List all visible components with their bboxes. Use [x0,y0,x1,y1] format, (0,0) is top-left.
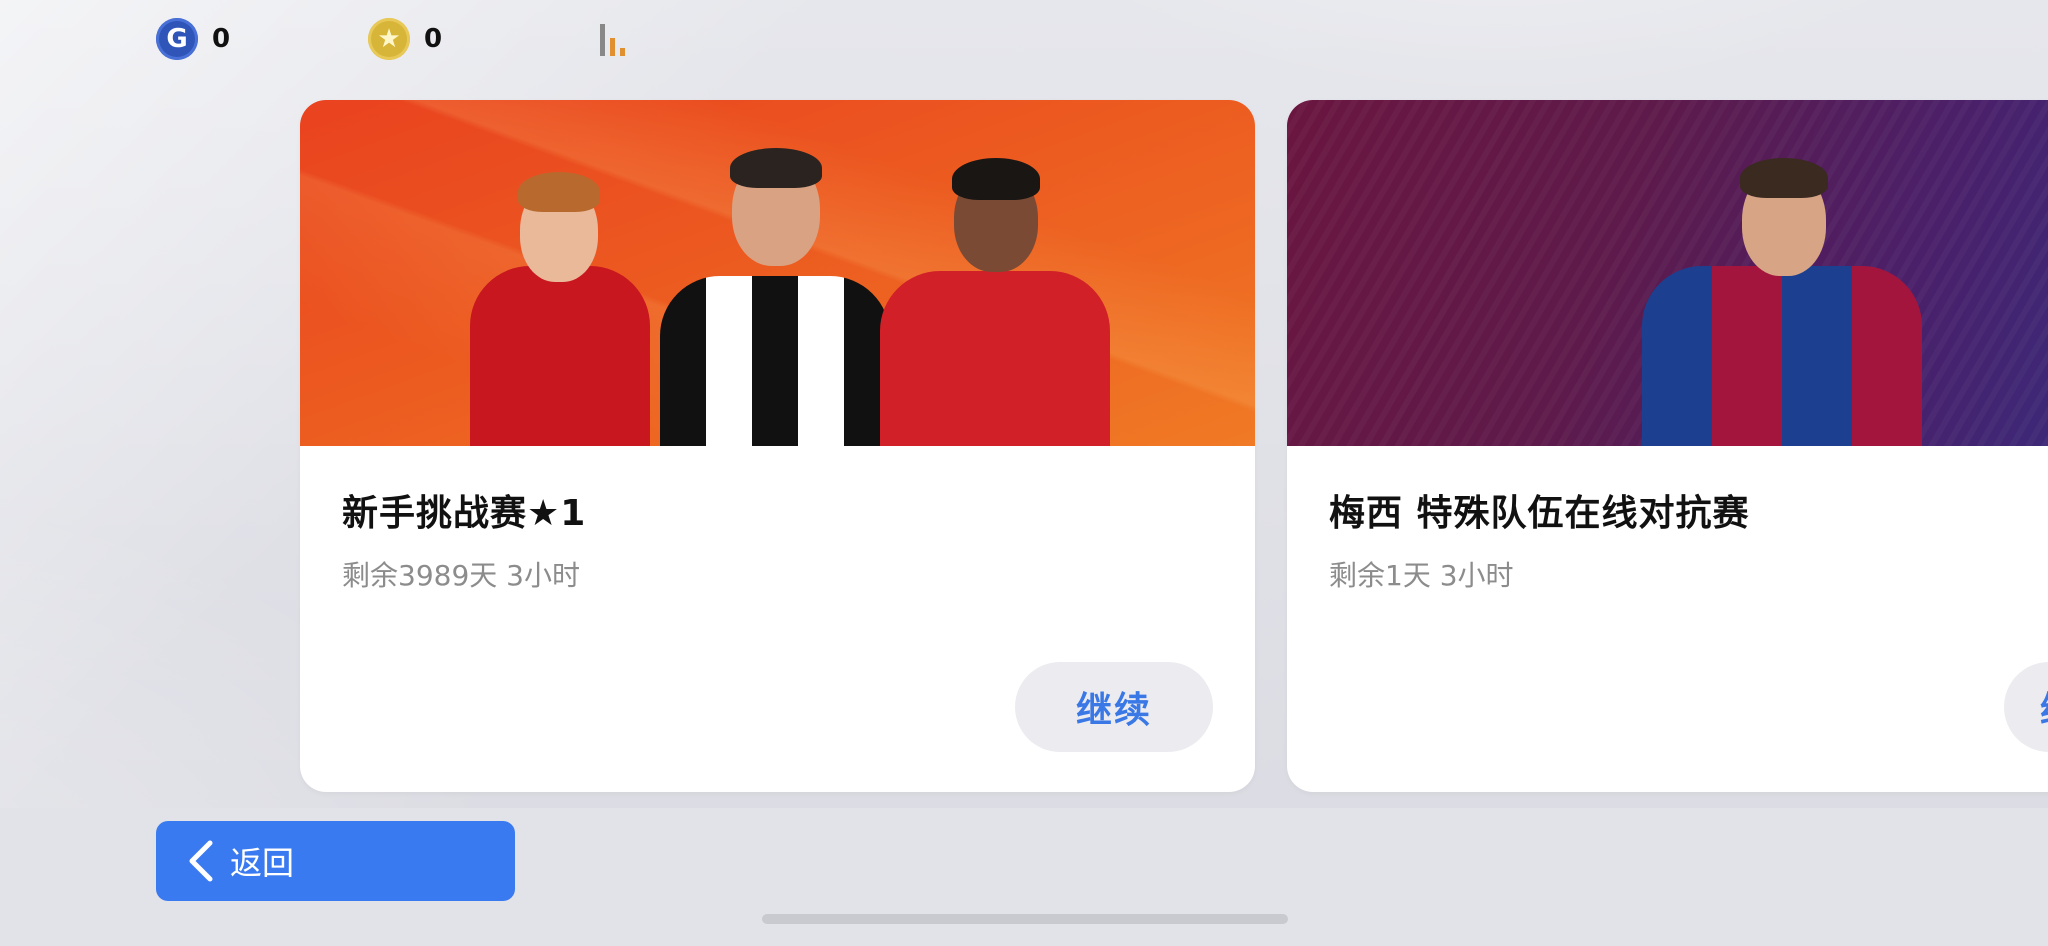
chevron-left-icon [189,840,213,882]
event-title: 梅西 特殊队伍在线对抗赛 [1329,493,1750,534]
event-title: 新手挑战赛★1 [342,493,587,534]
coin-amount: 0 [424,24,443,54]
player-figure [660,126,890,446]
event-card[interactable]: 梅西 特殊队伍在线对抗赛 剩余1天 3小时 继 [1287,100,2048,792]
event-time-remaining: 剩余1天 3小时 [1329,559,1514,592]
player-figure [470,146,650,446]
event-banner-image [300,100,1255,446]
back-button-label: 返回 [230,844,295,882]
signal-strength-icon [600,22,634,56]
coin-balance: ★ 0 [368,18,442,60]
event-card[interactable]: 新手挑战赛★1 剩余3989天 3小时 继续 [300,100,1255,792]
player-figure [1642,146,1922,446]
back-button[interactable]: 返回 [156,821,515,901]
continue-button[interactable]: 继 [2004,662,2048,752]
gp-amount: 0 [212,24,231,54]
event-banner-image [1287,100,2048,446]
player-figure [880,136,1110,446]
event-time-remaining: 剩余3989天 3小时 [342,559,580,592]
star-coin-icon: ★ [368,18,410,60]
home-indicator[interactable] [762,914,1288,924]
continue-button[interactable]: 继续 [1015,662,1213,752]
gp-balance: G 0 [156,18,230,60]
g-coin-icon: G [156,18,198,60]
